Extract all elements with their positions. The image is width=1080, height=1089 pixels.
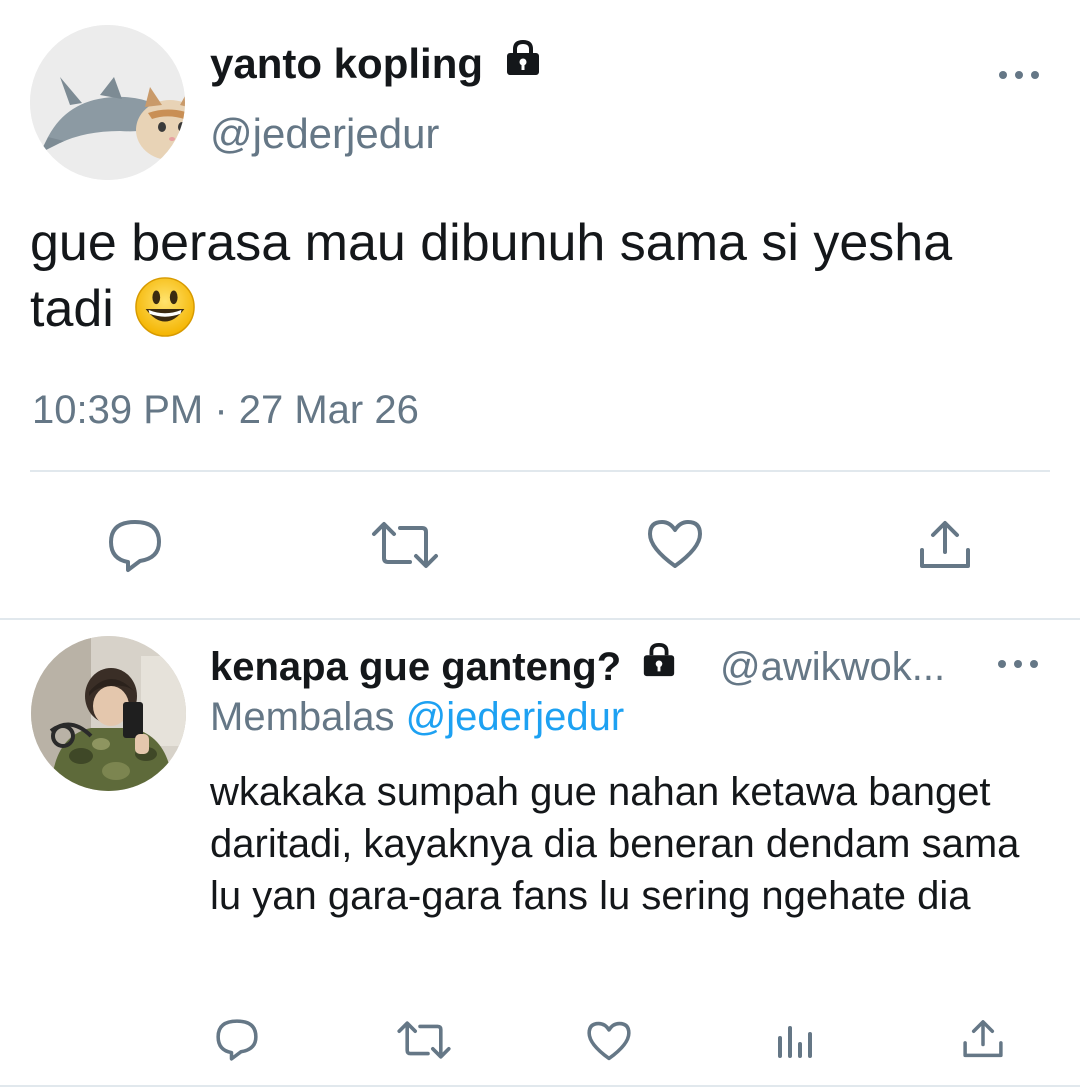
retweet-button[interactable]	[370, 520, 440, 575]
analytics-icon	[778, 1026, 812, 1058]
display-name-text: yanto kopling	[210, 40, 483, 87]
reply-button[interactable]	[214, 1018, 260, 1067]
reply-icon	[216, 1019, 258, 1061]
reply-icon	[109, 520, 161, 572]
like-button[interactable]	[586, 1020, 632, 1067]
display-name[interactable]: yanto kopling	[210, 39, 543, 91]
like-icon	[587, 1021, 631, 1061]
section-divider	[0, 618, 1080, 620]
lock-icon	[503, 39, 543, 87]
avatar[interactable]	[30, 25, 185, 180]
shark-cat-avatar-image	[30, 25, 185, 180]
share-icon	[920, 521, 970, 568]
mirror-selfie-avatar-image	[31, 636, 186, 791]
more-options-icon[interactable]	[998, 656, 1038, 672]
bottom-divider	[0, 1085, 1080, 1087]
replying-prefix: Membalas	[210, 695, 395, 739]
more-options-icon[interactable]	[999, 67, 1039, 83]
mention-link[interactable]: @jederjedur	[406, 695, 625, 739]
user-handle[interactable]: @awikwok...	[720, 645, 945, 690]
main-tweet: yanto kopling @jederjedur gue berasa mau…	[0, 0, 1080, 620]
reply-button[interactable]	[106, 518, 164, 579]
analytics-button[interactable]	[776, 1022, 816, 1065]
divider	[30, 470, 1050, 472]
share-button[interactable]	[962, 1018, 1004, 1065]
display-name-text: kenapa gue ganteng?	[210, 645, 622, 689]
retweet-button[interactable]	[396, 1020, 452, 1065]
retweet-icon	[397, 1021, 451, 1059]
share-button[interactable]	[918, 518, 972, 577]
grinning-face-emoji-icon	[135, 277, 196, 337]
like-button[interactable]	[646, 518, 704, 575]
user-handle[interactable]: @jederjedur	[210, 110, 439, 158]
tweet-text: gue berasa mau dibunuh sama si yesha tad…	[30, 210, 1030, 342]
share-icon	[963, 1020, 1003, 1058]
lock-icon	[640, 642, 678, 688]
retweet-icon	[372, 522, 438, 568]
replying-to: Membalas @jederjedur	[210, 695, 624, 740]
like-icon	[648, 520, 702, 568]
display-name[interactable]: kenapa gue ganteng?	[210, 642, 678, 692]
avatar[interactable]	[31, 636, 186, 791]
tweet-text: wkakaka sumpah gue nahan ketawa banget d…	[210, 770, 1020, 918]
tweet-timestamp[interactable]: 10:39 PM · 27 Mar 26	[32, 388, 419, 433]
